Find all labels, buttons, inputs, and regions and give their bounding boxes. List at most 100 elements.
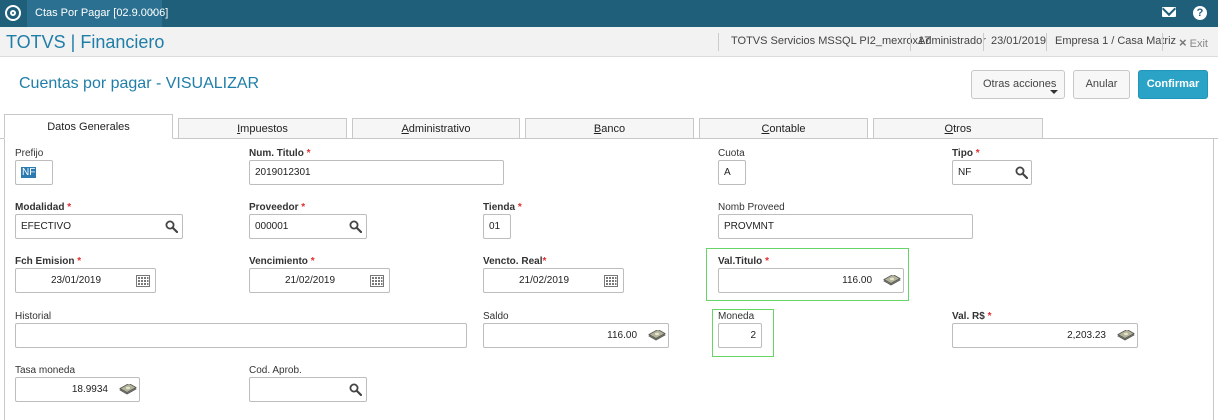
val-rs-label: Val. R$ * (952, 311, 992, 322)
other-actions-label: Otras acciones (983, 78, 1057, 90)
modalidad-field[interactable]: EFECTIVO (15, 214, 183, 239)
proveedor-label-text: Proveedor (249, 202, 299, 213)
tipo-label: Tipo * (952, 148, 980, 159)
tipo-field[interactable]: NF (952, 160, 1032, 185)
vencimiento-field[interactable]: 21/02/2019 (249, 268, 390, 293)
required-marker: * (765, 256, 769, 267)
search-icon[interactable] (165, 220, 178, 233)
fch-emision-field[interactable]: 23/01/2019 (15, 268, 156, 293)
cancel-button[interactable]: Anular (1073, 70, 1130, 99)
exit-button[interactable]: × Exit (1179, 35, 1208, 50)
tipo-value: NF (958, 167, 972, 178)
tab-contable-label: ontable (769, 123, 806, 135)
divider (1162, 33, 1163, 51)
required-marker: * (310, 256, 315, 267)
confirm-button[interactable]: Confirmar (1138, 70, 1208, 99)
vencto-real-label-text: Vencto. Real (483, 256, 543, 267)
proveedor-field[interactable]: 000001 (249, 214, 367, 239)
prefijo-field[interactable]: NF (15, 160, 53, 185)
mail-icon[interactable] (1162, 7, 1176, 17)
tab-impuestos[interactable]: Impuestos (178, 118, 347, 139)
tab-otros[interactable]: Otros (873, 118, 1043, 139)
tasa-moneda-label: Tasa moneda (15, 365, 76, 376)
val-titulo-field[interactable]: 116.00 (718, 268, 904, 293)
tab-datos-generales[interactable]: Datos Generales (4, 114, 173, 139)
moneda-label: Moneda (718, 311, 755, 322)
other-actions-button[interactable]: Otras acciones (971, 70, 1065, 99)
cuota-field[interactable]: A (718, 160, 746, 185)
divider (983, 33, 984, 51)
vencto-real-field[interactable]: 21/02/2019 (483, 268, 624, 293)
tab-banco[interactable]: Banco (525, 118, 694, 139)
window-tab[interactable]: Ctas Por Pagar [02.9.0006] × (27, 0, 168, 27)
tab-administrativo[interactable]: Administrativo (352, 118, 520, 139)
calendar-icon[interactable] (604, 275, 618, 287)
calendar-icon[interactable] (370, 275, 384, 287)
prefijo-label: Prefijo (15, 148, 44, 159)
tab-administrativo-label: dministrativo (408, 123, 471, 135)
search-icon[interactable] (349, 220, 362, 233)
saldo-field[interactable]: 116.00 (483, 323, 669, 348)
tienda-label: Tienda * (483, 202, 522, 213)
money-icon (1117, 330, 1135, 341)
fch-emision-label: Fch Emision * (15, 256, 81, 267)
vencimiento-value: 21/02/2019 (285, 275, 336, 286)
cod-aprob-field[interactable] (249, 377, 367, 402)
divider (1046, 33, 1047, 51)
top-bar: Ctas Por Pagar [02.9.0006] × ? (0, 0, 1218, 27)
tab-impuestos-label: mpuestos (240, 123, 288, 135)
help-icon[interactable]: ? (1193, 6, 1207, 20)
val-rs-label-text: Val. R$ (952, 311, 985, 322)
required-marker: * (975, 148, 980, 159)
val-rs-value: 2,203.23 (1067, 330, 1106, 341)
num-titulo-field[interactable]: 2019012301 (249, 160, 504, 185)
tasa-moneda-value: 18.9934 (71, 384, 108, 395)
nomb-proveed-label: Nomb Proveed (718, 202, 785, 213)
vencto-real-label: Vencto. Real* (483, 256, 546, 267)
tab-otros-label: tros (953, 123, 972, 135)
fch-emision-label-text: Fch Emision (15, 256, 75, 267)
app-logo-icon[interactable] (5, 5, 21, 21)
required-marker: * (542, 256, 547, 267)
required-marker: * (987, 311, 992, 322)
tienda-label-text: Tienda (483, 202, 516, 213)
tab-administrativo-accesskey: A (401, 123, 409, 135)
tipo-label-text: Tipo (952, 148, 973, 159)
val-rs-field[interactable]: 2,203.23 (952, 323, 1138, 348)
modalidad-value: EFECTIVO (21, 221, 72, 232)
window-tab-label: Ctas Por Pagar [02.9.0006] (35, 7, 169, 19)
cod-aprob-label: Cod. Aprob. (249, 365, 302, 376)
app-header: TOTVS | Financiero TOTVS Servicios MSSQL… (0, 27, 1218, 57)
vencimiento-label: Vencimiento * (249, 256, 315, 267)
company-info: Empresa 1 / Casa Matriz (1055, 35, 1177, 47)
moneda-field[interactable]: 2 (718, 323, 762, 348)
vencimiento-label-text: Vencimiento (249, 256, 308, 267)
calendar-icon[interactable] (136, 275, 150, 287)
modalidad-label-text: Modalidad (15, 202, 65, 213)
server-info: TOTVS Servicios MSSQL PI2_mexrox17 (731, 35, 931, 47)
required-marker: * (301, 202, 306, 213)
required-marker: * (77, 256, 82, 267)
search-icon[interactable] (1015, 166, 1028, 179)
num-titulo-label: Num. Titulo * (249, 148, 311, 159)
exit-label: Exit (1189, 38, 1208, 50)
dropdown-caret-icon (1050, 90, 1058, 94)
saldo-label: Saldo (483, 311, 509, 322)
exit-icon: × (1179, 35, 1187, 50)
close-tab-icon[interactable]: × (150, 0, 156, 27)
money-icon (119, 384, 137, 395)
num-titulo-label-text: Num. Titulo (249, 148, 304, 159)
proveedor-label: Proveedor * (249, 202, 305, 213)
fch-emision-value: 23/01/2019 (51, 275, 102, 286)
required-marker: * (306, 148, 311, 159)
nomb-proveed-field[interactable]: PROVMNT (718, 214, 973, 239)
search-icon[interactable] (349, 383, 362, 396)
vencto-real-value: 21/02/2019 (519, 275, 570, 286)
cuota-label: Cuota (718, 148, 745, 159)
tab-contable[interactable]: Contable (699, 118, 868, 139)
tienda-field[interactable]: 01 (483, 214, 511, 239)
tasa-moneda-field[interactable]: 18.9934 (15, 377, 140, 402)
page-title: Cuentas por pagar - VISUALIZAR (19, 75, 260, 92)
historial-field[interactable] (15, 323, 467, 348)
money-icon (648, 330, 666, 341)
